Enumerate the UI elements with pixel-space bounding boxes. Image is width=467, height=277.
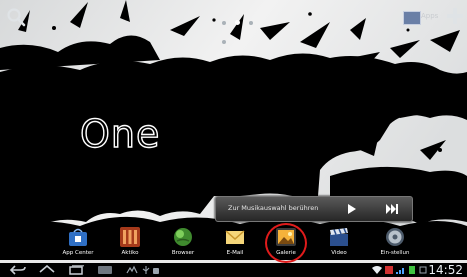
video-clapper-icon — [330, 228, 348, 246]
page-indicator — [222, 10, 262, 44]
email-icon — [225, 230, 245, 244]
recent-apps-icon[interactable] — [67, 265, 85, 275]
page-dot — [222, 40, 226, 44]
add-plus-icon[interactable] — [446, 7, 464, 25]
signal-icon — [396, 268, 404, 274]
dock-label: Browser — [171, 250, 195, 256]
usb-icon — [142, 266, 150, 274]
home-screen: Apps One Zur Musikauswahl berühren App C… — [0, 0, 467, 277]
dock-label: Aktiko — [121, 250, 139, 256]
notification-icon — [385, 266, 393, 274]
search-icon[interactable] — [6, 7, 26, 27]
dock-label: E-Mail — [226, 250, 244, 256]
wifi-icon — [372, 266, 382, 274]
home-page-title: One — [79, 111, 161, 156]
dock-label: Ein-stellun — [380, 250, 410, 256]
play-icon[interactable] — [347, 203, 357, 215]
apps-grid-icon[interactable] — [403, 11, 421, 25]
dock-aktiko[interactable]: Aktiko — [107, 227, 153, 261]
dock-email[interactable]: E-Mail — [212, 227, 258, 261]
next-track-icon[interactable] — [386, 204, 398, 214]
music-widget[interactable]: Zur Musikauswahl berühren — [215, 196, 413, 222]
android-icon — [153, 268, 159, 274]
back-icon[interactable] — [9, 265, 27, 275]
system-bar: 14:52 — [0, 263, 467, 277]
dock-browser[interactable]: Browser — [160, 227, 206, 261]
page-dot — [222, 21, 226, 25]
battery-icon — [409, 266, 415, 274]
home-icon[interactable] — [38, 265, 56, 275]
dock-label: App Center — [62, 250, 94, 256]
settings-icon — [386, 228, 404, 246]
dock-settings[interactable]: Ein-stellun — [372, 227, 418, 261]
menu-icon[interactable] — [96, 265, 114, 275]
dock-app-center[interactable]: App Center — [55, 227, 101, 261]
aktiko-icon — [120, 227, 140, 247]
apps-label[interactable]: Apps — [421, 12, 438, 20]
screenshot-icon[interactable] — [126, 265, 138, 275]
gallery-highlight-circle — [265, 223, 307, 263]
music-prompt-text[interactable]: Zur Musikauswahl berühren — [228, 204, 318, 212]
browser-globe-icon — [174, 228, 192, 246]
status-clock[interactable]: 14:52 — [428, 263, 463, 277]
dock-video[interactable]: Video — [316, 227, 362, 261]
app-center-icon — [69, 228, 87, 246]
dock-label: Video — [331, 250, 347, 256]
sync-icon — [419, 266, 427, 274]
